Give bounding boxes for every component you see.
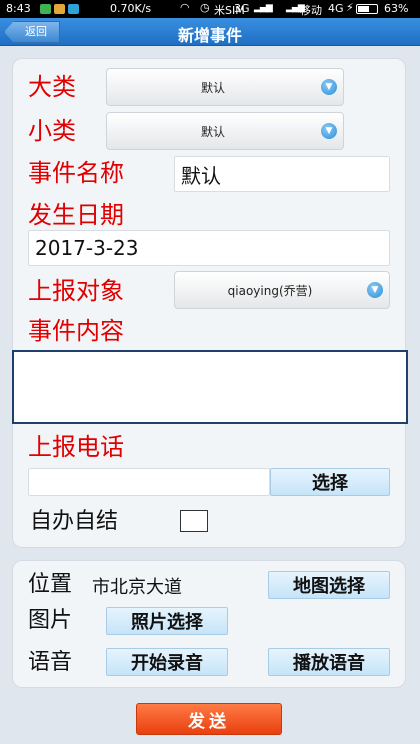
charging-icon: ⚡ bbox=[346, 1, 354, 14]
start-record-button[interactable]: 开始录音 bbox=[106, 648, 228, 676]
location-label: 位置 bbox=[28, 572, 73, 597]
content-textarea[interactable] bbox=[12, 350, 408, 424]
app-notification-icon bbox=[54, 4, 65, 14]
battery-icon bbox=[356, 4, 378, 14]
event-name-label: 事件名称 bbox=[28, 159, 124, 187]
voice-label: 语音 bbox=[28, 650, 73, 675]
send-button[interactable]: 发送 bbox=[136, 703, 282, 735]
subcategory-select[interactable]: 默认 ▼ bbox=[106, 112, 344, 150]
chevron-down-icon: ▼ bbox=[321, 79, 337, 95]
sim2-name: 移动 bbox=[300, 4, 322, 17]
event-name-input[interactable]: 默认 bbox=[174, 156, 390, 192]
subcategory-label: 小类 bbox=[28, 117, 76, 145]
self-handle-checkbox[interactable] bbox=[180, 510, 208, 532]
sim2-network: 4G bbox=[328, 2, 344, 15]
photo-select-button[interactable]: 照片选择 bbox=[106, 607, 228, 635]
report-target-select[interactable]: qiaoying(乔营) ▼ bbox=[174, 271, 390, 309]
signal-icon: ▂▄▆ bbox=[254, 3, 273, 13]
date-label: 发生日期 bbox=[28, 201, 124, 229]
page-title: 新增事件 bbox=[177, 26, 242, 45]
subcategory-value: 默认 bbox=[200, 124, 225, 139]
phone-label: 上报电话 bbox=[28, 433, 124, 461]
self-handle-label: 自办自结 bbox=[30, 509, 119, 534]
play-voice-button[interactable]: 播放语音 bbox=[268, 648, 390, 676]
category-value: 默认 bbox=[200, 80, 225, 95]
location-value: 市北京大道 bbox=[92, 577, 182, 598]
category-label: 大类 bbox=[28, 73, 76, 101]
status-bar: 8:43 0.70K/s ◠ ◷ 米SIM ▂▄▆ 3G ▂▄▆ 移动 4G ⚡… bbox=[0, 0, 420, 18]
map-select-button[interactable]: 地图选择 bbox=[268, 571, 390, 599]
app-notification-icon bbox=[68, 4, 79, 14]
alarm-icon: ◷ bbox=[200, 1, 210, 14]
network-speed: 0.70K/s bbox=[110, 2, 152, 15]
sim1-network: 3G bbox=[234, 2, 250, 15]
phone-select-button[interactable]: 选择 bbox=[270, 468, 390, 496]
app-notification-icon bbox=[40, 4, 51, 14]
report-target-value: qiaoying(乔营) bbox=[227, 283, 313, 298]
wifi-icon: ◠ bbox=[180, 1, 190, 14]
battery-percent: 63% bbox=[384, 2, 409, 15]
phone-input[interactable] bbox=[28, 468, 270, 496]
report-target-label: 上报对象 bbox=[28, 277, 124, 305]
category-select[interactable]: 默认 ▼ bbox=[106, 68, 344, 106]
picture-label: 图片 bbox=[28, 608, 73, 633]
date-input[interactable]: 2017-3-23 bbox=[28, 230, 390, 266]
status-time: 8:43 bbox=[6, 2, 31, 15]
content-label: 事件内容 bbox=[28, 317, 124, 345]
title-bar: 返回 新增事件 bbox=[0, 18, 420, 46]
chevron-down-icon: ▼ bbox=[367, 282, 383, 298]
chevron-down-icon: ▼ bbox=[321, 123, 337, 139]
